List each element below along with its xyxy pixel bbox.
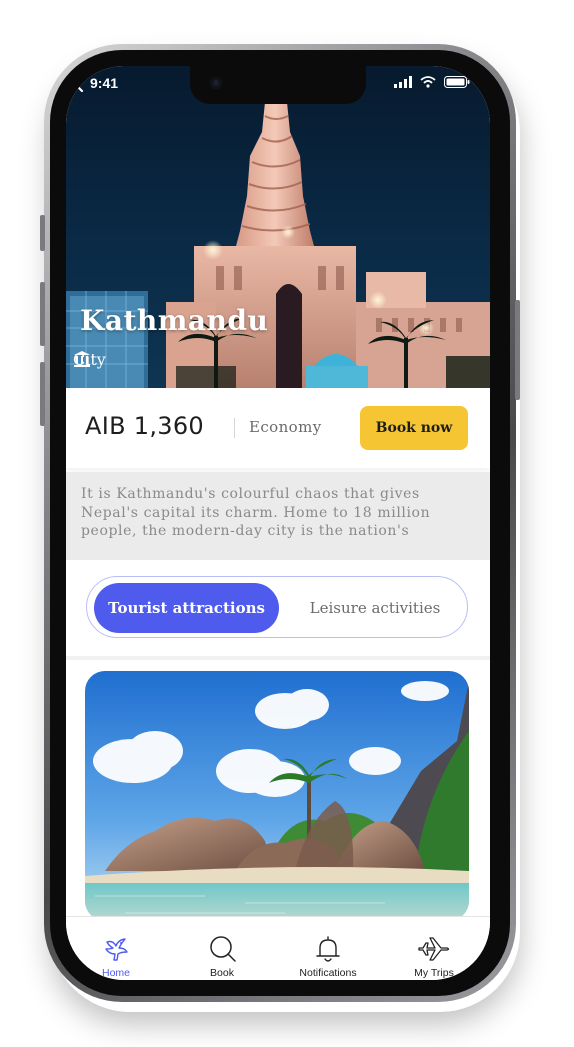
- category-tabs: Tourist attractions Leisure activities: [86, 576, 468, 638]
- divider: [234, 418, 235, 438]
- nav-book-label: Book: [210, 967, 234, 979]
- price: AIB 1,360: [85, 412, 204, 440]
- wifi-icon: [420, 76, 436, 88]
- destination-title: Kathmandu: [80, 304, 269, 337]
- volume-up-button: [40, 282, 45, 346]
- volume-down-button: [40, 362, 45, 426]
- nav-home-label: Home: [101, 967, 130, 979]
- book-now-button[interactable]: Book now: [360, 406, 468, 450]
- cellular-signal-icon: [394, 76, 412, 88]
- nav-home[interactable]: Home: [71, 917, 161, 980]
- description-text: It is Kathmandu's colourful chaos that g…: [81, 486, 431, 539]
- beach-illustration: [85, 671, 469, 921]
- front-camera: [210, 77, 222, 89]
- app-screen: Kathmandu City 9:41 AIB 1,360 Economy Bo…: [66, 66, 490, 980]
- power-button: [515, 300, 520, 400]
- description-panel: It is Kathmandu's colourful chaos that g…: [66, 472, 490, 560]
- notch: [190, 66, 366, 104]
- bell-icon: [316, 936, 340, 962]
- booking-bar: AIB 1,360 Economy Book now: [66, 388, 490, 468]
- nav-notifications-label: Notifications: [299, 967, 357, 979]
- bird-icon: [105, 938, 128, 961]
- silent-switch: [40, 215, 45, 251]
- nav-book[interactable]: Book: [177, 917, 267, 980]
- search-icon: [210, 936, 236, 962]
- airplane-icon: [418, 937, 450, 961]
- nav-my-trips-label: My Trips: [414, 967, 454, 979]
- status-time: 9:41: [90, 75, 119, 91]
- hero-image: Kathmandu City: [66, 66, 490, 388]
- status-icons: [394, 76, 470, 88]
- section-divider: [66, 656, 490, 660]
- battery-icon: [444, 76, 470, 88]
- tab-leisure-activities[interactable]: Leisure activities: [287, 583, 463, 633]
- fare-class: Economy: [249, 418, 322, 436]
- attraction-image[interactable]: [85, 671, 469, 921]
- destination-type: City: [73, 350, 106, 369]
- nav-notifications[interactable]: Notifications: [283, 917, 373, 980]
- landmark-icon: [74, 351, 90, 367]
- nav-my-trips[interactable]: My Trips: [389, 917, 479, 980]
- hero-illustration: [66, 102, 490, 388]
- bottom-navigation: Home Book Notifications My Trips: [66, 916, 490, 980]
- tab-tourist-attractions[interactable]: Tourist attractions: [94, 583, 279, 633]
